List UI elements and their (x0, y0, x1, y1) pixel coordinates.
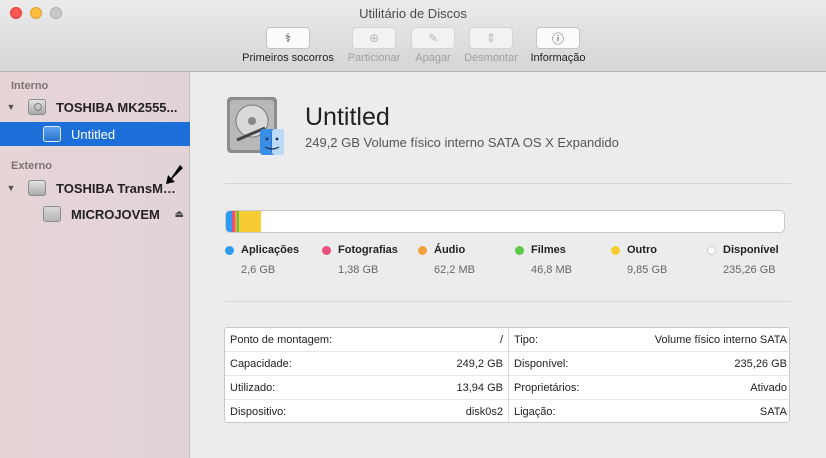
info-label: Disponível: (514, 357, 569, 370)
info-value: 249,2 GB (456, 357, 503, 370)
info-label: Utilizado: (230, 381, 276, 394)
info-value: SATA (759, 406, 787, 418)
erase-icon[interactable]: ✎ (411, 27, 455, 49)
divider (225, 183, 791, 184)
info-column-right: Tipo: Volume físico interno SATA Disponíve… (508, 328, 792, 424)
info-label: Informação (530, 52, 586, 64)
info-value: disk0s2 (465, 406, 503, 418)
sidebar-item-external-disk[interactable]: ▼ TOSHIBA TransMe... (0, 176, 190, 200)
legend-category-size: 46,8 MB (531, 264, 572, 276)
partition-label: Particionar (347, 52, 401, 64)
legend-category-name: Outro (627, 244, 657, 256)
erase-tool[interactable]: ✎ Apagar (410, 27, 456, 64)
info-row: Ligação: SATA (509, 400, 792, 424)
legend-color-dot (515, 246, 524, 255)
microjovem-volume-label: MICROJOVEM (71, 206, 160, 222)
volume-name: Untitled (305, 103, 390, 131)
hard-drive-icon (227, 97, 284, 155)
info-value: / (499, 333, 503, 346)
info-label: Tipo: (514, 333, 539, 346)
info-table: Ponto de montagem: / Capacidade: 249,2 GB Ut… (224, 327, 792, 424)
legend-category-name: Filmes (531, 244, 566, 256)
mouse-pointer-icon (166, 165, 183, 184)
legend-category-name: Disponível (723, 244, 779, 256)
info-row: Tipo: Volume físico interno SATA (509, 328, 792, 352)
legend-color-dot (418, 246, 427, 255)
legend-category-size: 1,38 GB (338, 264, 379, 276)
legend-category-size: 235,26 GB (723, 264, 776, 276)
erase-label: Apagar (415, 52, 451, 64)
external-disk-icon (28, 180, 46, 196)
legend-category-name: Áudio (434, 244, 466, 256)
info-value: Volume físico interno SATA (654, 333, 787, 346)
info-label: Dispositivo: (230, 406, 287, 418)
untitled-volume-label: Untitled (71, 126, 116, 142)
info-row: Proprietários: Ativado (509, 376, 792, 400)
info-label: Ligação: (514, 406, 556, 418)
disclosure-triangle-icon[interactable]: ▼ (5, 183, 17, 193)
window-title: Utilitário de Discos (359, 6, 467, 21)
info-row: Capacidade: 249,2 GB (225, 352, 508, 376)
info-row: Dispositivo: disk0s2 (225, 400, 508, 424)
info-row: Utilizado: 13,94 GB (225, 376, 508, 400)
eject-icon[interactable]: ⏏ (175, 209, 184, 220)
info-row: Ponto de montagem: / (225, 328, 508, 352)
unmount-tool[interactable]: ⇕ Desmontar (463, 27, 519, 64)
info-tool[interactable]: ⓘ Informação (528, 27, 588, 64)
first-aid-label: Primeiros socorros (242, 52, 334, 64)
usage-segment-4 (238, 211, 262, 232)
legend-category-name: Aplicações (241, 244, 300, 256)
volume-icon (43, 126, 61, 142)
external-disk-label: TOSHIBA TransMe... (56, 180, 178, 196)
legend-color-dot (322, 246, 331, 255)
title-bar: Utilitário de Discos ⚕ Primeiros socorro… (0, 0, 826, 72)
info-value: 13,94 GB (456, 381, 503, 394)
legend-category-size: 62,2 MB (434, 264, 475, 276)
divider (225, 301, 791, 302)
info-value: Ativado (750, 381, 787, 394)
sidebar: Interno ▼ TOSHIBA MK2555... Untitled Ext… (0, 72, 190, 458)
volume-icon (43, 206, 61, 222)
volume-description: 249,2 GB Volume físico interno SATA OS X… (305, 135, 619, 150)
external-section-header: Externo (11, 160, 52, 172)
stethoscope-icon[interactable]: ⚕ (266, 27, 310, 49)
disclosure-triangle-icon[interactable]: ▼ (5, 102, 17, 112)
legend-category-size: 9,85 GB (627, 264, 668, 276)
partition-icon[interactable]: ⊕ (352, 27, 396, 49)
internal-section-header: Interno (11, 80, 49, 92)
info-value: 235,26 GB (734, 357, 787, 370)
legend-category-size: 2,6 GB (241, 264, 276, 276)
sidebar-item-internal-disk[interactable]: ▼ TOSHIBA MK2555... (0, 95, 190, 119)
storage-usage-bar (225, 210, 785, 233)
info-row: Disponível: 235,26 GB (509, 352, 792, 376)
info-label: Proprietários: (514, 381, 580, 394)
main-panel: Untitled 249,2 GB Volume físico interno … (191, 72, 826, 458)
info-label: Capacidade: (230, 357, 292, 370)
legend-color-dot (225, 246, 234, 255)
sidebar-item-microjovem[interactable]: MICROJOVEM ⏏ (0, 202, 190, 226)
disk-utility-window: Utilitário de Discos ⚕ Primeiros socorro… (0, 0, 826, 458)
unmount-label: Desmontar (464, 52, 518, 64)
internal-disk-label: TOSHIBA MK2555... (56, 99, 178, 115)
partition-tool[interactable]: ⊕ Particionar (346, 27, 402, 64)
info-icon[interactable]: ⓘ (536, 27, 580, 49)
info-column-left: Ponto de montagem: / Capacidade: 249,2 GB Ut… (225, 328, 508, 424)
info-label: Ponto de montagem: (230, 333, 333, 346)
legend-category-name: Fotografias (338, 244, 398, 256)
internal-disk-icon (28, 99, 46, 115)
unmount-icon[interactable]: ⇕ (469, 27, 513, 49)
sidebar-item-untitled[interactable]: Untitled (0, 122, 190, 146)
legend-color-dot (611, 246, 620, 255)
legend-color-dot (707, 246, 716, 255)
first-aid-tool[interactable]: ⚕ Primeiros socorros (239, 27, 337, 64)
